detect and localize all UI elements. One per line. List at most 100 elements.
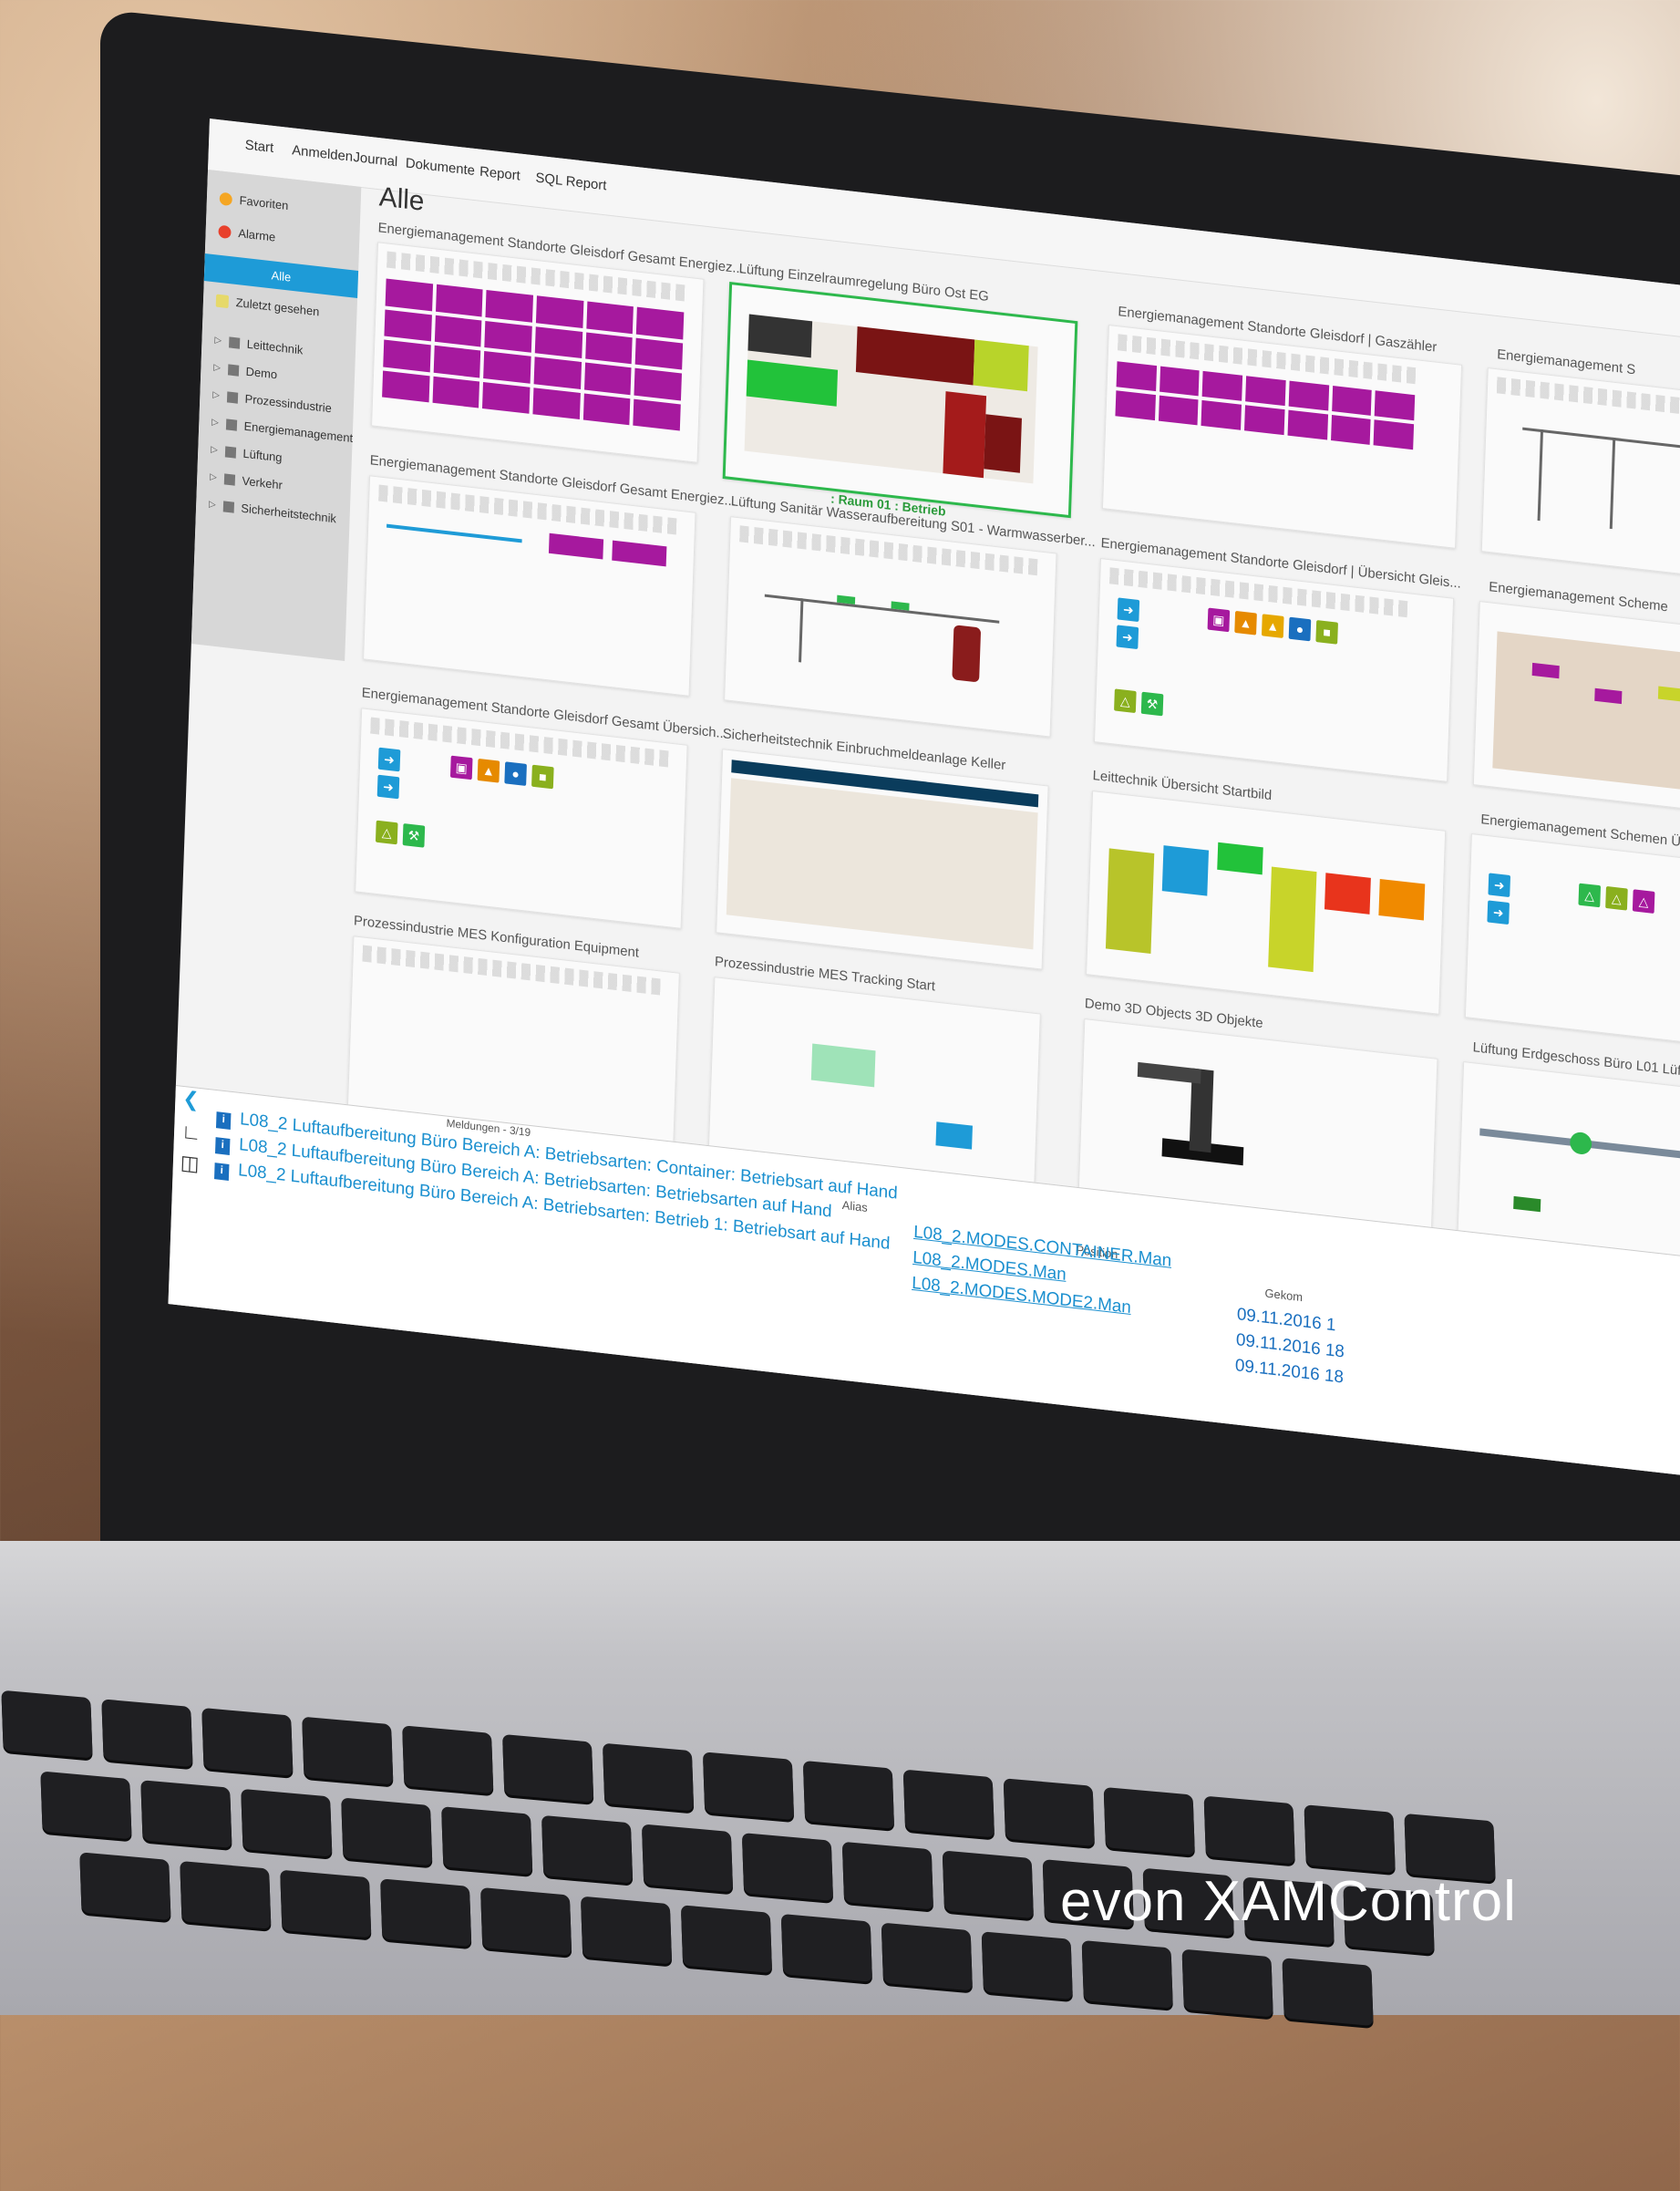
column-header-alias[interactable]: Alias xyxy=(842,1198,868,1214)
tile-energy-schema[interactable] xyxy=(1481,367,1680,594)
expand-icon[interactable]: ▷ xyxy=(211,418,219,429)
menu-report[interactable]: Report xyxy=(479,164,520,184)
tile-gas-meter[interactable] xyxy=(1102,325,1462,549)
folder-icon xyxy=(222,501,233,512)
floor-plan xyxy=(1492,631,1680,801)
chart-icon[interactable]: ∟ xyxy=(181,1120,201,1145)
room xyxy=(974,340,1029,392)
menu-anmelden[interactable]: Anmelden xyxy=(292,142,353,165)
tile-intrusion-alarm[interactable] xyxy=(716,749,1048,970)
network-icon[interactable]: △ xyxy=(376,821,398,845)
sidebar-item-recent[interactable]: Zuletzt gesehen xyxy=(216,294,320,319)
arrow-right-icon[interactable]: ➜ xyxy=(1488,873,1510,897)
water-icon[interactable]: ● xyxy=(504,761,527,786)
room xyxy=(984,414,1022,472)
temperature-icon[interactable]: ▲ xyxy=(1234,611,1257,636)
wrench-icon[interactable]: ⚒ xyxy=(1141,692,1164,717)
status-block xyxy=(1217,842,1263,875)
back-icon[interactable]: ❮ xyxy=(182,1087,200,1112)
chart-button[interactable] xyxy=(935,1121,973,1149)
key xyxy=(502,1734,593,1803)
room xyxy=(747,315,812,358)
arrow-right-icon[interactable]: ➜ xyxy=(1487,900,1510,925)
sidebar-folder-lueftung[interactable]: ▷ Lüftung xyxy=(211,443,283,465)
meter-icon[interactable]: ▣ xyxy=(1208,608,1231,633)
menu-sql-report[interactable]: SQL Report xyxy=(535,171,606,194)
expand-icon[interactable]: ▷ xyxy=(211,445,218,456)
tile-ventilation-office[interactable] xyxy=(723,282,1078,518)
menu-journal[interactable]: Journal xyxy=(353,150,397,171)
brand-label: evon XAMControl xyxy=(1060,1869,1517,1934)
tile-control-overview[interactable] xyxy=(1086,791,1446,1015)
column-header-came[interactable]: Gekom xyxy=(1264,1287,1303,1305)
book-icon[interactable]: ◫ xyxy=(180,1151,199,1176)
sidebar-item-label: Sicherheitstechnik xyxy=(241,501,336,526)
menu-dokumente[interactable]: Dokumente xyxy=(406,155,476,179)
fan-icon xyxy=(1570,1132,1592,1156)
tile-water-treatment[interactable] xyxy=(724,516,1056,738)
arrow-right-icon[interactable]: ➜ xyxy=(1117,625,1139,649)
expand-icon[interactable]: ▷ xyxy=(214,336,222,346)
floor-plan xyxy=(745,315,1038,484)
wrench-icon[interactable]: ⚒ xyxy=(403,823,426,848)
tile-energy-schemes[interactable]: ➜ ➜ △ △ △ xyxy=(1465,833,1680,1060)
network-icon[interactable]: △ xyxy=(1578,884,1601,908)
sidebar-item-label: Lüftung xyxy=(242,447,282,465)
meter-tile xyxy=(612,541,666,567)
tile-energy-total-2[interactable] xyxy=(363,475,696,697)
key xyxy=(241,1789,332,1857)
sidebar-item-all[interactable]: Alle xyxy=(204,253,358,298)
folder-icon xyxy=(223,473,234,485)
sidebar-item-favorites[interactable]: Favoriten xyxy=(220,191,289,213)
key xyxy=(781,1914,872,1982)
pipe xyxy=(1610,438,1615,529)
screen: Start Anmelden Journal Dokumente Report … xyxy=(169,119,1680,1498)
key xyxy=(581,1896,672,1965)
sidebar-folder-demo[interactable]: ▷ Demo xyxy=(213,361,277,382)
arrow-right-icon[interactable]: ➜ xyxy=(1118,597,1140,622)
sidebar-folder-verkehr[interactable]: ▷ Verkehr xyxy=(210,470,283,492)
room xyxy=(747,360,838,407)
meter-icon[interactable]: ▣ xyxy=(450,756,473,780)
key xyxy=(681,1905,772,1973)
flame-icon[interactable]: ▲ xyxy=(1262,614,1284,638)
tile-energy-overview-2[interactable]: ➜ ➜ ▣ ▲ ● ■ △ ⚒ xyxy=(355,708,687,929)
menu-start[interactable]: Start xyxy=(244,137,273,156)
arrow-right-icon[interactable]: ➜ xyxy=(377,775,400,800)
key xyxy=(341,1797,432,1865)
folder-icon xyxy=(225,446,236,458)
sidebar-folder-leittechnik[interactable]: ▷ Leittechnik xyxy=(214,334,303,357)
status-block xyxy=(1106,848,1154,954)
sidebar-item-alarms[interactable]: Alarme xyxy=(218,224,275,244)
tile-energy-total[interactable] xyxy=(371,242,704,463)
folder-icon xyxy=(226,419,237,430)
arrow-right-icon[interactable]: ➜ xyxy=(378,748,401,772)
network-icon[interactable]: △ xyxy=(1605,886,1628,911)
network-icon[interactable]: △ xyxy=(1114,688,1137,713)
meter-tile xyxy=(549,533,603,560)
network-icon[interactable]: △ xyxy=(1633,889,1655,914)
key xyxy=(842,1842,933,1910)
key xyxy=(803,1761,894,1829)
expand-icon[interactable]: ▷ xyxy=(210,472,217,483)
sidebar-folder-energiemanagement[interactable]: ▷ Energiemanagement xyxy=(211,416,353,446)
meter-grid xyxy=(382,279,684,431)
water-icon[interactable]: ● xyxy=(1289,617,1312,642)
key xyxy=(943,1850,1034,1918)
temperature-icon[interactable]: ▲ xyxy=(478,759,500,783)
key xyxy=(380,1878,471,1947)
status-block xyxy=(1513,1196,1541,1212)
expand-icon[interactable]: ▷ xyxy=(212,390,220,401)
tile-energy-scheme-2[interactable] xyxy=(1473,601,1680,828)
fuel-icon[interactable]: ■ xyxy=(531,765,554,790)
sidebar-folder-prozessindustrie[interactable]: ▷ Prozessindustrie xyxy=(212,388,332,416)
expand-icon[interactable]: ▷ xyxy=(213,363,221,374)
fuel-icon[interactable]: ■ xyxy=(1315,620,1338,645)
sidebar-folder-sicherheitstechnik[interactable]: ▷ Sicherheitstechnik xyxy=(209,498,336,526)
folder-icon xyxy=(227,391,238,403)
key xyxy=(1,1690,92,1759)
floor-plan xyxy=(727,778,1038,949)
tile-energy-overview[interactable]: ➜ ➜ ▣ ▲ ▲ ● ■ △ ⚒ xyxy=(1094,558,1454,782)
room xyxy=(943,391,986,478)
expand-icon[interactable]: ▷ xyxy=(209,500,216,511)
